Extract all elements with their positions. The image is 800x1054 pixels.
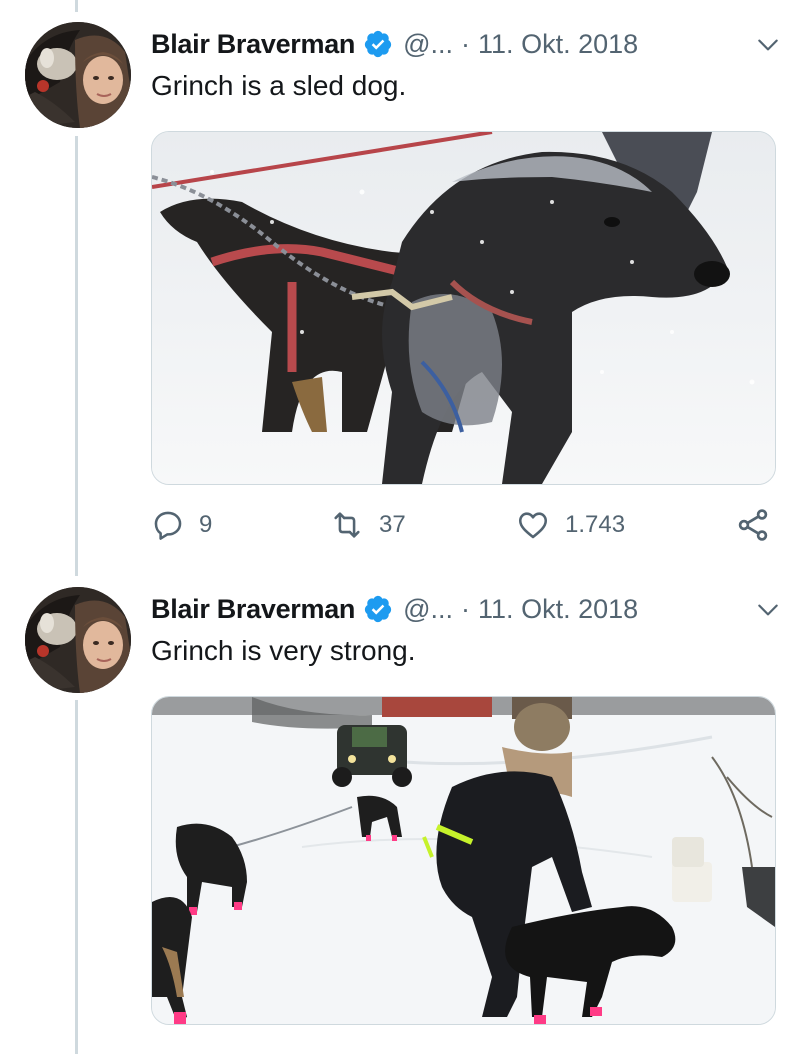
reply-button[interactable]: 9 [151, 502, 212, 548]
retweet-count: 37 [379, 511, 406, 538]
tweet-date[interactable]: 11. Okt. 2018 [478, 594, 638, 625]
like-count: 1.743 [565, 511, 626, 538]
tweet-text: Grinch is a sled dog. [151, 70, 407, 101]
tweet-date[interactable]: 11. Okt. 2018 [478, 29, 638, 60]
verified-badge-icon [364, 30, 392, 58]
like-button[interactable]: 1.743 [515, 502, 625, 548]
tweet-header: Blair Braverman @... · 11. Okt. 2018 [151, 589, 781, 629]
share-button[interactable] [734, 502, 772, 548]
heart-icon [518, 512, 548, 539]
thread-line [75, 136, 78, 576]
tweet-photo[interactable] [151, 131, 776, 485]
tweet-photo[interactable] [151, 696, 776, 1025]
separator-dot: · [461, 28, 471, 59]
retweet-icon [334, 512, 360, 538]
tweet-text: Grinch is very strong. [151, 635, 416, 666]
reply-count: 9 [199, 511, 213, 538]
tweet-header: Blair Braverman @... · 11. Okt. 2018 [151, 24, 781, 64]
thread-line [75, 0, 78, 12]
avatar[interactable] [25, 22, 131, 128]
separator-dot: · [461, 593, 471, 624]
reply-icon [154, 511, 182, 540]
thread-line [75, 700, 78, 1054]
retweet-button[interactable]: 37 [329, 502, 406, 548]
author-handle[interactable]: @... [403, 29, 453, 60]
verified-badge-icon [364, 595, 392, 623]
author-name[interactable]: Blair Braverman [151, 29, 355, 60]
author-handle[interactable]: @... [403, 594, 453, 625]
author-name[interactable]: Blair Braverman [151, 594, 355, 625]
chevron-down-icon[interactable] [755, 32, 781, 58]
share-icon [738, 509, 768, 541]
avatar[interactable] [25, 587, 131, 693]
chevron-down-icon[interactable] [755, 597, 781, 623]
tweet-actions: 9 37 1.743 [151, 502, 781, 548]
twitter-thread: Blair Braverman @... · 11. Okt. 2018 Gri… [0, 0, 800, 1054]
